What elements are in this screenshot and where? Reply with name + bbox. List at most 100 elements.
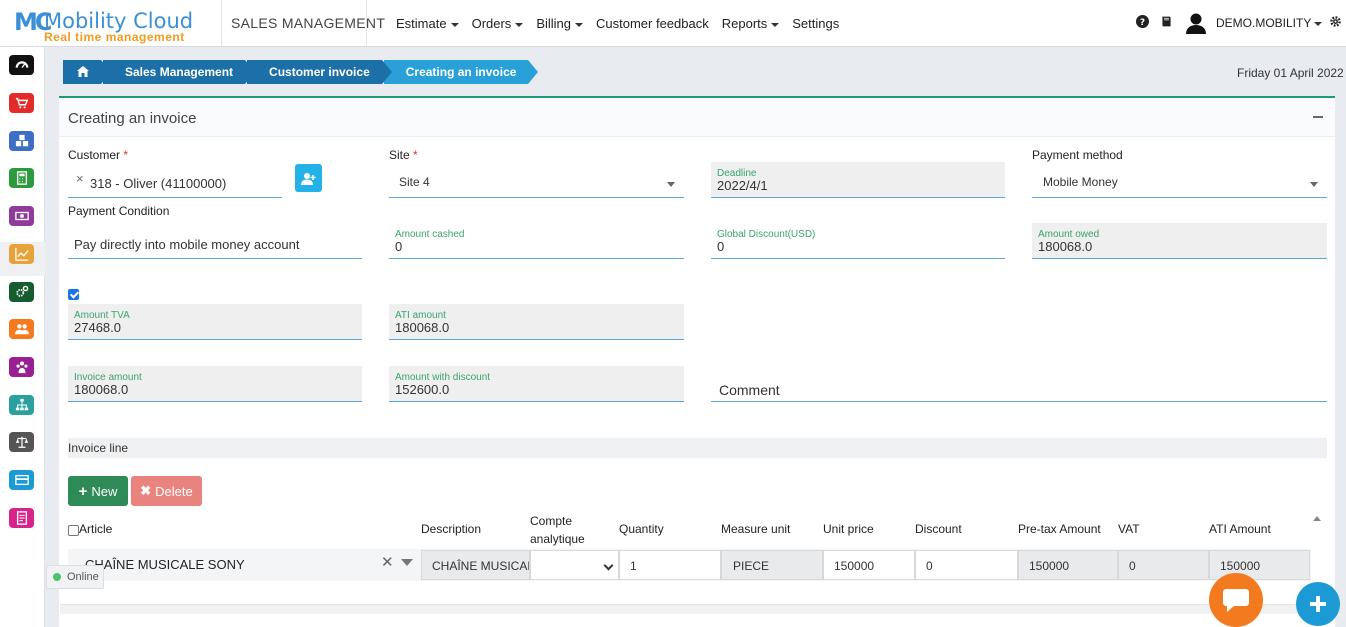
payment-condition-label: Payment Condition: [68, 204, 170, 218]
credit-card-icon[interactable]: [9, 470, 34, 490]
user-menu[interactable]: DEMO.MOBILITY: [1216, 16, 1322, 30]
payment-method-label: Payment method: [1032, 148, 1123, 162]
invoice-amount-value: 180068.0: [74, 382, 129, 397]
balance-scale-icon[interactable]: [9, 432, 34, 452]
users-icon[interactable]: [9, 319, 34, 339]
chat-icon: [1223, 589, 1249, 612]
chevron-down-icon: [667, 182, 675, 187]
tva-checkbox[interactable]: [68, 289, 79, 300]
help-icon[interactable]: ?: [1135, 15, 1149, 29]
chevron-down-icon[interactable]: [401, 559, 413, 566]
cogs-icon[interactable]: [9, 282, 34, 302]
divider: [221, 0, 222, 46]
deadline-field: Deadline 2022/4/1: [711, 162, 1005, 198]
delete-button[interactable]: ✖ Delete: [131, 476, 202, 506]
menu-settings[interactable]: Settings: [792, 16, 839, 31]
ati-amount-value: 180068.0: [395, 320, 450, 335]
global-discount-input[interactable]: Global Discount(USD) 0: [711, 223, 1005, 259]
row-quantity-input[interactable]: 1: [619, 550, 721, 580]
invoice-amount-field: Invoice amount 180068.0: [68, 366, 362, 402]
report-icon[interactable]: [9, 508, 34, 528]
breadcrumb-sales-management[interactable]: Sales Management: [103, 60, 256, 84]
quick-add-button[interactable]: [1296, 582, 1340, 626]
money-icon[interactable]: [9, 206, 34, 226]
collapse-icon[interactable]: [1313, 116, 1323, 118]
clear-icon[interactable]: ✕: [381, 553, 394, 571]
row-description[interactable]: CHAÎNE MUSICALE SONY: [421, 550, 530, 580]
amount-discount-value: 152600.0: [395, 382, 450, 397]
row-compte-select[interactable]: [530, 550, 619, 580]
global-discount-value: 0: [717, 239, 725, 254]
amount-cashed-input[interactable]: Amount cashed 0: [389, 223, 684, 259]
add-customer-button[interactable]: [295, 164, 322, 192]
times-icon: ✖: [140, 483, 152, 498]
invoice-line-section: Invoice line: [68, 438, 1327, 458]
calculator-icon[interactable]: [9, 168, 34, 188]
breadcrumb-creating-invoice: Creating an invoice: [383, 60, 539, 84]
amount-owed-field: Amount owed 180068.0: [1032, 223, 1327, 259]
dashboard-icon[interactable]: [9, 55, 34, 75]
col-unit-price: Unit price: [823, 522, 874, 536]
amount-owed-value: 180068.0: [1038, 239, 1093, 254]
app-logo[interactable]: MC Mobility Cloud Real time management: [14, 8, 214, 44]
row-discount-input[interactable]: 0: [915, 550, 1018, 580]
scroll-up-icon[interactable]: [1313, 516, 1321, 521]
row-measure-unit: PIECE: [721, 550, 823, 580]
breadcrumb-customer-invoice[interactable]: Customer invoice: [247, 60, 392, 84]
divider: [366, 0, 367, 46]
chevron-down-icon: [1310, 182, 1318, 187]
new-button[interactable]: + New: [68, 476, 128, 506]
chart-line-icon[interactable]: [9, 244, 34, 264]
amount-tva-value: 27468.0: [74, 320, 121, 335]
avatar-icon[interactable]: [1186, 12, 1206, 34]
menu-orders[interactable]: Orders: [472, 16, 524, 31]
panel-header: Creating an invoice: [59, 98, 1335, 137]
col-quantity: Quantity: [619, 522, 664, 536]
col-ati: ATI Amount: [1209, 522, 1271, 536]
menu-estimate[interactable]: Estimate: [396, 16, 459, 31]
payment-method-select[interactable]: Mobile Money: [1032, 162, 1327, 198]
row-pretax: 150000: [1018, 550, 1118, 580]
global-discount-label: Global Discount(USD): [717, 229, 816, 240]
deadline-value: 2022/4/1: [717, 178, 768, 193]
menu-customer-feedback[interactable]: Customer feedback: [596, 16, 709, 31]
comment-input[interactable]: Comment: [711, 366, 1327, 402]
breadcrumb-home[interactable]: [63, 60, 111, 84]
main-menu: Estimate Orders Billing Customer feedbac…: [396, 16, 839, 31]
amount-cashed-label: Amount cashed: [395, 229, 465, 240]
plus-icon: +: [78, 482, 88, 500]
ati-amount-field: ATI amount 180068.0: [389, 304, 684, 340]
menu-billing[interactable]: Billing: [536, 16, 583, 31]
row-unit-price-input[interactable]: 150000: [823, 550, 915, 580]
customer-value: 318 - Oliver (41100000): [90, 176, 227, 191]
horizontal-scrollbar[interactable]: [60, 604, 1335, 614]
clear-icon[interactable]: ×: [76, 171, 84, 186]
sitemap-icon[interactable]: [9, 395, 34, 415]
brand-tagline: Real time management: [44, 30, 185, 44]
chat-button[interactable]: [1209, 573, 1263, 627]
site-label: Site *: [389, 148, 418, 162]
row-article[interactable]: CHAÎNE MUSICALE SONY: [85, 557, 245, 572]
col-analytique: analytique: [530, 532, 585, 546]
menu-reports[interactable]: Reports: [722, 16, 780, 31]
plus-icon: [1310, 596, 1326, 612]
col-pretax: Pre-tax Amount: [1018, 522, 1101, 536]
select-all-checkbox[interactable]: [68, 525, 79, 536]
gear-icon[interactable]: [1328, 15, 1342, 29]
cart-icon[interactable]: [9, 93, 34, 113]
current-date: Friday 01 April 2022: [1237, 66, 1344, 80]
svg-text:?: ?: [1139, 18, 1144, 28]
col-measure-unit: Measure unit: [721, 522, 791, 536]
customer-select[interactable]: × 318 - Oliver (41100000): [68, 162, 282, 198]
online-status: Online: [46, 565, 104, 589]
payment-condition-input[interactable]: Pay directly into mobile money account: [68, 223, 362, 259]
team-icon[interactable]: [9, 357, 34, 377]
amount-discount-field: Amount with discount 152600.0: [389, 366, 684, 402]
add-user-icon: [301, 172, 316, 185]
customer-label: Customer *: [68, 148, 129, 162]
col-compte: Compte: [530, 514, 573, 528]
cubes-icon[interactable]: [9, 131, 34, 151]
book-icon[interactable]: [1159, 15, 1173, 29]
row-vat: 0: [1118, 550, 1209, 580]
site-select[interactable]: Site 4: [389, 162, 684, 198]
